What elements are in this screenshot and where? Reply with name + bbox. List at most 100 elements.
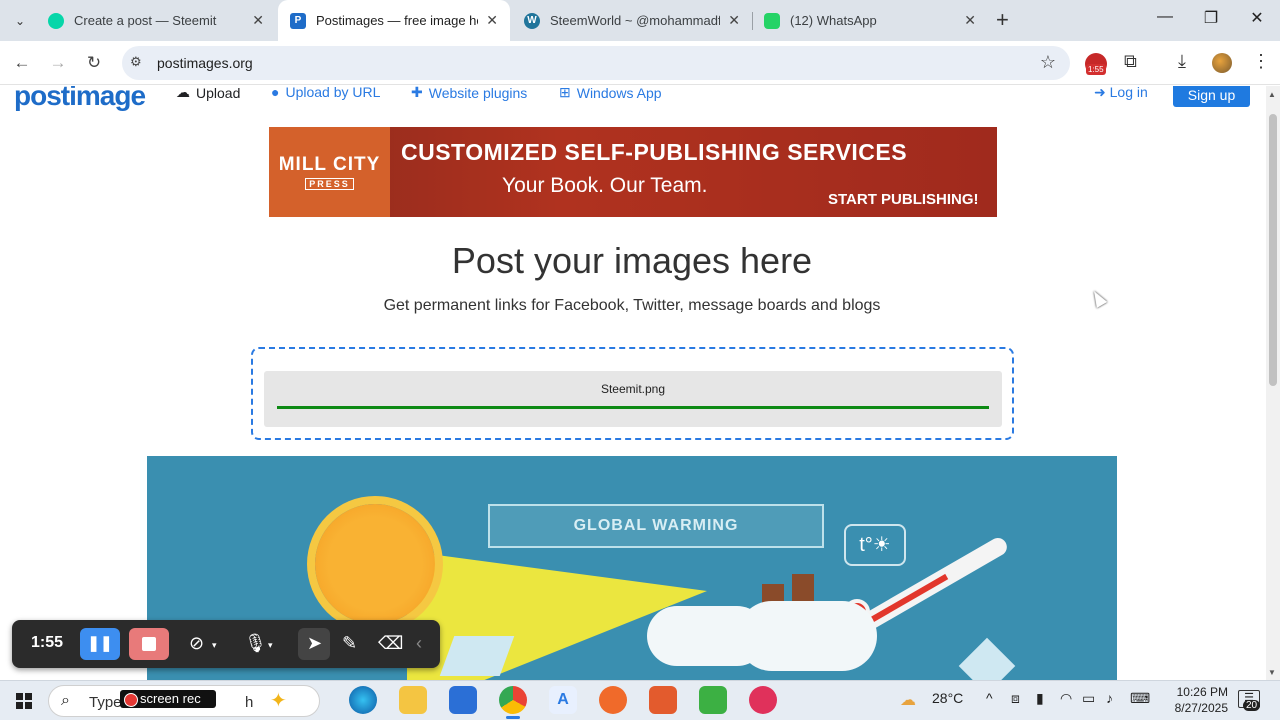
tab-title: Postimages — free image hosti: [316, 13, 478, 28]
page-scrollbar[interactable]: ▲ ▼: [1266, 86, 1280, 680]
stop-button[interactable]: [129, 628, 169, 660]
nav-upload[interactable]: ☁ Upload: [176, 86, 240, 101]
profile-avatar[interactable]: [1212, 53, 1232, 73]
chrome-icon[interactable]: [499, 686, 527, 719]
tab-close-icon[interactable]: ✕: [728, 12, 740, 29]
tray-chevron-icon[interactable]: ^: [986, 690, 993, 706]
nav-website-plugins-label: Website plugins: [428, 86, 528, 101]
steemit-favicon-icon: [48, 12, 64, 29]
postimages-favicon-icon: P: [290, 12, 306, 29]
tab-close-icon[interactable]: ✕: [964, 12, 976, 29]
pointer-icon[interactable]: ➤: [307, 633, 322, 654]
browser-toolbar: ← → ↻ ⚙ postimages.org ☆ 1:55 ⧉ ⤓ ⋮: [0, 41, 1280, 85]
volume-icon[interactable]: ♪: [1106, 690, 1113, 706]
chevron-down-icon[interactable]: ▾: [212, 640, 217, 651]
screen-rec-overlay[interactable]: screen rec: [120, 690, 216, 708]
bandicam-icon[interactable]: [649, 686, 677, 714]
weather-icon[interactable]: ☁: [900, 690, 916, 710]
battery-icon[interactable]: ▭: [1082, 690, 1095, 707]
file-explorer-icon[interactable]: [399, 686, 427, 714]
menu-kebab-icon[interactable]: ⋮: [1252, 51, 1270, 72]
edge-icon[interactable]: [349, 686, 377, 714]
green-app-icon[interactable]: [699, 686, 727, 714]
tab-close-icon[interactable]: ✕: [486, 12, 498, 29]
bookmark-star-icon[interactable]: ☆: [1040, 52, 1056, 73]
tab-search-chevron-icon[interactable]: ⌄: [8, 9, 32, 33]
tab-title: Create a post — Steemit: [74, 13, 217, 28]
scroll-down-icon[interactable]: ▼: [1268, 668, 1276, 677]
nav-windows-app[interactable]: ⊞ Windows App: [559, 86, 662, 101]
pen-icon[interactable]: ✎: [342, 633, 357, 654]
login-link[interactable]: ➜ Log in: [1094, 86, 1148, 101]
tab-steemit[interactable]: Create a post — Steemit ✕: [36, 0, 276, 41]
eraser-icon[interactable]: ⌫: [378, 633, 403, 654]
notification-count: 20: [1243, 700, 1261, 711]
ice-shape: [958, 637, 1016, 680]
upload-progress-fill: [277, 406, 989, 409]
clock-date: 8/27/2025: [1174, 701, 1228, 715]
banner-headline: CUSTOMIZED SELF-PUBLISHING SERVICES: [401, 139, 908, 165]
temperature-badge-icon: t°☀: [844, 524, 906, 566]
tab-whatsapp[interactable]: (12) WhatsApp ✕: [752, 0, 988, 41]
recorder-app-icon[interactable]: [749, 686, 777, 714]
start-button[interactable]: [16, 693, 32, 709]
nav-upload-label: Upload: [196, 86, 241, 101]
search-placeholder: Type: [89, 694, 122, 711]
weather-temp[interactable]: 28°C: [932, 690, 963, 706]
back-icon[interactable]: ←: [10, 51, 34, 75]
mic-tray-icon[interactable]: ▮: [1036, 690, 1044, 707]
minimize-icon[interactable]: —: [1150, 8, 1180, 26]
tray-app-icon[interactable]: ⧈: [1011, 690, 1020, 707]
signup-button[interactable]: Sign up: [1173, 86, 1250, 107]
banner-cta[interactable]: START PUBLISHING!: [828, 191, 979, 208]
translate-app-icon[interactable]: A: [549, 686, 577, 714]
whatsapp-favicon-icon: [764, 12, 780, 29]
collapse-icon[interactable]: ‹: [416, 633, 422, 654]
copilot-icon[interactable]: ✦: [270, 688, 287, 713]
nav-website-plugins[interactable]: ✚ Website plugins: [411, 86, 527, 101]
upload-dropzone[interactable]: Steemit.png: [251, 347, 1014, 440]
scroll-thumb[interactable]: [1269, 114, 1277, 386]
recorder-time: 1:55: [31, 634, 64, 651]
recording-badge: 1:55: [1086, 64, 1106, 75]
postimage-logo[interactable]: postimage: [14, 86, 146, 112]
pen-app-icon[interactable]: [599, 686, 627, 714]
tab-strip: ⌄ Create a post — Steemit ✕ P Postimages…: [0, 0, 1280, 41]
wordpress-favicon-icon: W: [524, 12, 540, 29]
keyboard-icon[interactable]: ⌨: [1130, 690, 1150, 707]
tab-close-icon[interactable]: ✕: [252, 12, 264, 29]
page-title: Post your images here: [451, 240, 813, 281]
url-text[interactable]: postimages.org: [157, 55, 253, 71]
camera-off-icon[interactable]: ⊘: [189, 633, 204, 654]
cloud-shape: [737, 601, 877, 671]
site-header: postimage ☁ Upload ● Upload by URL ✚ Web…: [0, 86, 1266, 112]
chevron-down-icon[interactable]: ▾: [268, 640, 273, 651]
wifi-icon[interactable]: ◠: [1060, 690, 1072, 707]
tab-title: SteemWorld ~ @mohammadfa: [550, 13, 721, 28]
extensions-icon[interactable]: ⧉: [1124, 51, 1137, 72]
cloud-upload-icon: ☁: [176, 86, 190, 100]
restore-icon[interactable]: ❐: [1196, 8, 1226, 28]
global-warming-label: GLOBAL WARMING: [488, 504, 824, 548]
forward-icon[interactable]: →: [46, 51, 70, 75]
address-bar[interactable]: ⚙ postimages.org ☆: [122, 46, 1070, 80]
tab-postimages[interactable]: P Postimages — free image hosti ✕: [278, 0, 510, 41]
banner-brand: MILL CITY: [278, 154, 381, 175]
pause-button[interactable]: ❚❚: [80, 628, 120, 660]
scroll-up-icon[interactable]: ▲: [1268, 90, 1276, 99]
store-icon[interactable]: [449, 686, 477, 714]
site-info-icon[interactable]: ⚙: [130, 54, 142, 70]
search-icon: ⌕: [61, 692, 70, 709]
download-icon[interactable]: ⤓: [1178, 51, 1186, 72]
microphone-icon[interactable]: 🎙: [244, 633, 267, 654]
taskbar-clock[interactable]: 10:26 PM 8/27/2025: [1160, 684, 1228, 716]
nav-upload-by-url-label: Upload by URL: [285, 86, 381, 100]
reload-icon[interactable]: ↻: [82, 51, 106, 75]
close-window-icon[interactable]: ✕: [1242, 8, 1272, 28]
page-subtitle: Get permanent links for Facebook, Twitte…: [383, 297, 881, 314]
new-tab-button[interactable]: +: [996, 8, 1009, 32]
tab-steemworld[interactable]: W SteemWorld ~ @mohammadfa ✕: [512, 0, 752, 41]
nav-upload-by-url[interactable]: ● Upload by URL: [271, 86, 380, 100]
ad-banner[interactable]: MILL CITY PRESS CUSTOMIZED SELF-PUBLISHI…: [269, 127, 997, 217]
banner-subline: Your Book. Our Team.: [502, 174, 708, 197]
